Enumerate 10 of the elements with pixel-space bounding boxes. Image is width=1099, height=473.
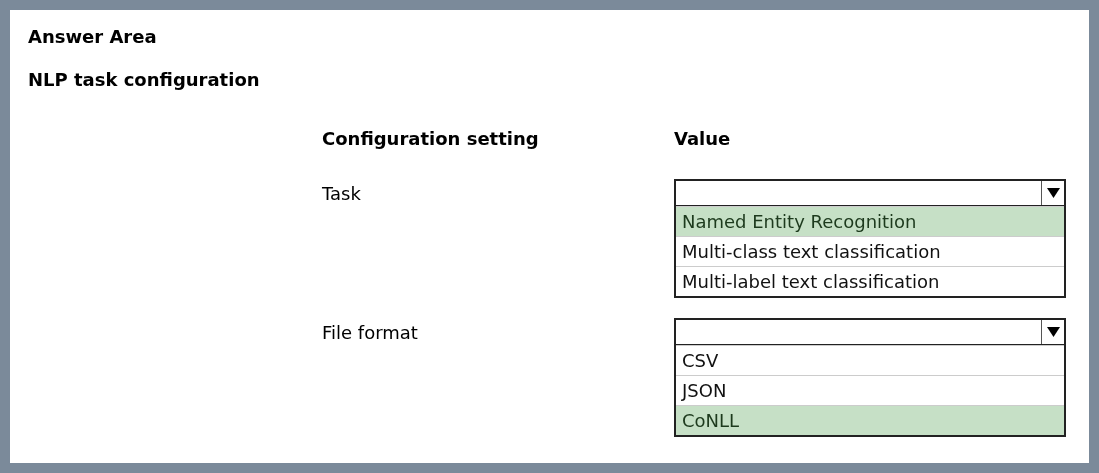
dropdown-option[interactable]: Named Entity Recognition <box>676 206 1064 236</box>
answer-area-title: Answer Area <box>28 26 158 47</box>
setting-label: Task <box>322 182 362 206</box>
caret-icon <box>1046 188 1060 198</box>
column-header: Value <box>674 128 732 149</box>
setting-label: File format <box>322 321 419 345</box>
column-header: Configuration setting <box>322 128 540 149</box>
section-title: NLP task configuration <box>28 69 261 90</box>
caret-icon <box>1046 327 1060 337</box>
dropdown-option[interactable]: CoNLL <box>676 405 1064 435</box>
